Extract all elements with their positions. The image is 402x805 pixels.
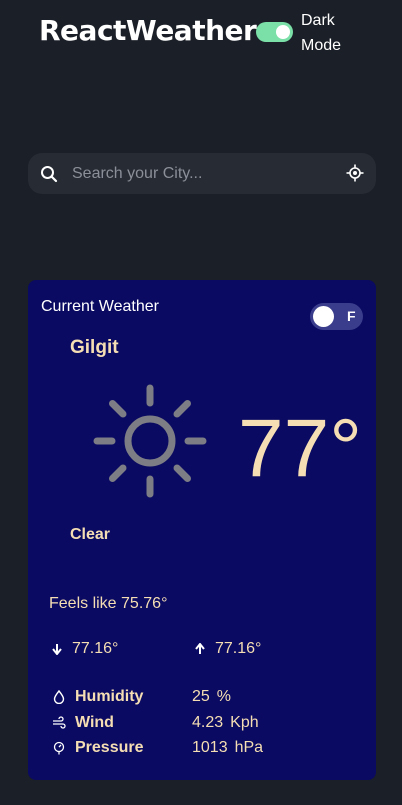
stat-label: Pressure [75,739,144,756]
search-input[interactable] [72,153,332,194]
dark-mode-label: Dark Mode [301,12,342,54]
dark-mode-toggle[interactable] [256,22,293,42]
unit-letter: F [347,308,356,324]
crosshair-icon[interactable] [346,164,364,182]
stat-value: 1013 hPa [192,739,264,756]
stat-value: 4.23 Kph [192,714,259,731]
droplet-icon [53,690,65,704]
toggle-knob [276,25,290,39]
weather-condition: Clear [70,526,111,543]
card-title: Current Weather [41,298,159,315]
app: ReactWeather Dark Mode Current Weather F… [0,0,402,805]
min-temp: 77.16° [52,640,118,658]
stat-value: 25% [192,688,232,705]
search-bar [28,153,376,194]
min-temp-value: 77.16° [72,640,119,657]
max-temp-value: 77.16° [215,640,262,657]
app-title: ReactWeather [39,14,257,47]
arrow-down-icon [52,644,62,655]
wind-icon [53,716,66,729]
stat-label: Humidity [75,688,144,705]
gauge-icon [53,741,65,755]
search-icon[interactable] [40,165,58,183]
toggle-knob [313,306,334,327]
current-weather-card: Current Weather F Gilgit 77° Clear Feels… [28,280,376,780]
arrow-up-icon [195,643,205,654]
sun-icon [93,384,207,498]
max-temp: 77.16° [195,640,261,658]
temperature: 77° [238,403,363,494]
city-name: Gilgit [70,337,119,358]
unit-toggle[interactable]: F [310,303,363,330]
stat-label: Wind [75,714,114,731]
feels-like: Feels like 75.76° [49,595,168,612]
